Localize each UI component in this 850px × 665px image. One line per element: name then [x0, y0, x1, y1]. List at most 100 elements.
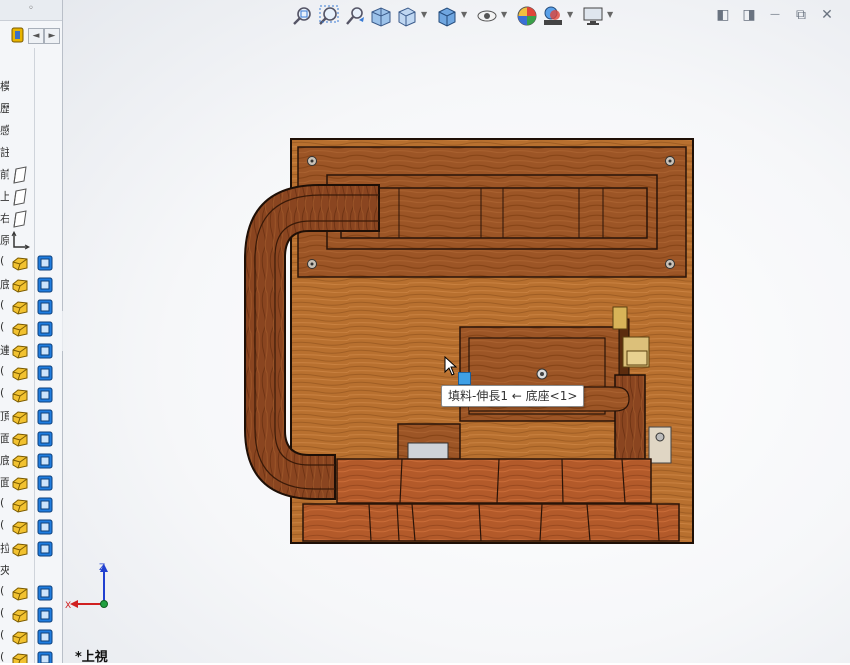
tree-item[interactable]: 前	[0, 164, 58, 186]
view-settings-icon[interactable]	[581, 4, 605, 28]
part-icon	[10, 407, 30, 427]
tree-item-label: 面	[0, 430, 9, 446]
assembly-model[interactable]	[229, 133, 699, 553]
tree-item[interactable]: 上	[0, 186, 58, 208]
tree-item-label: (	[0, 254, 5, 267]
restore-button[interactable]: ⧉	[792, 6, 810, 24]
tree-item-label: 底	[0, 452, 9, 468]
tree-item-label: (	[0, 650, 5, 663]
tree-item-label: (	[0, 298, 5, 311]
tree-item[interactable]: (	[0, 362, 58, 384]
tree-item[interactable]: 感	[0, 120, 58, 142]
apply-scene-icon[interactable]	[541, 4, 565, 28]
apply-scene-dropdown-icon[interactable]: ▼	[567, 10, 573, 19]
view-settings-dropdown-icon[interactable]: ▼	[607, 10, 613, 19]
selection-tooltip: 填料-伸長1 ← 底座<1>	[441, 385, 585, 407]
tree-item[interactable]: 底	[0, 450, 58, 472]
tree-item-label: 前	[0, 166, 9, 182]
tree-item[interactable]: (	[0, 516, 58, 538]
tile-left-button[interactable]: ◧	[714, 6, 732, 24]
part-icon	[10, 517, 30, 537]
previous-view-icon[interactable]	[343, 4, 367, 28]
display-style-icon[interactable]	[435, 4, 459, 28]
tree-item-label: (	[0, 584, 5, 597]
tree-item-label: 原	[0, 232, 9, 248]
display-style-dropdown-icon[interactable]: ▼	[461, 10, 467, 19]
section-view-icon[interactable]	[369, 4, 393, 28]
zoom-to-fit-icon[interactable]	[291, 4, 315, 28]
zoom-area-icon[interactable]	[317, 4, 341, 28]
tree-item-label: 感	[0, 122, 9, 138]
part-icon	[10, 473, 30, 493]
tree-item-label: (	[0, 518, 5, 531]
tree-item-label: 歷	[0, 100, 9, 116]
tree-item-label: 底	[0, 276, 9, 292]
cube-icon	[37, 629, 53, 645]
tree-item[interactable]: (	[0, 582, 58, 604]
tree-item[interactable]: 註	[0, 142, 58, 164]
tree-item[interactable]: 面	[0, 428, 58, 450]
tree-item[interactable]: (	[0, 648, 58, 663]
close-button[interactable]: ✕	[818, 6, 836, 24]
part-icon	[10, 341, 30, 361]
tree-item[interactable]: 底	[0, 274, 58, 296]
part-icon	[10, 297, 30, 317]
tree-item[interactable]: 右	[0, 208, 58, 230]
minimize-button[interactable]: —	[766, 6, 784, 24]
tree-item-label: 模	[0, 78, 9, 94]
tree-item-label: (	[0, 606, 5, 619]
tree-item[interactable]: 連	[0, 340, 58, 362]
hide-show-dropdown-icon[interactable]: ▼	[501, 10, 507, 19]
tree-item[interactable]: (	[0, 252, 58, 274]
cube-icon	[37, 321, 53, 337]
tree-item-label: 註	[0, 144, 9, 160]
part-icon	[10, 275, 30, 295]
triad-z-label: Z	[99, 563, 105, 573]
tree-item-label: (	[0, 364, 5, 377]
plane-icon	[10, 209, 30, 229]
tree-item[interactable]: (	[0, 384, 58, 406]
part-icon	[10, 319, 30, 339]
tree-item[interactable]: (	[0, 626, 58, 648]
plane-icon	[10, 165, 30, 185]
part-icon	[10, 363, 30, 383]
heads-up-toolbar: ▼ ▼ ▼ ▼ ▼	[291, 4, 691, 30]
panel-collapse-bar[interactable]: ◦	[0, 0, 62, 21]
feature-manager-tab-icon[interactable]	[10, 26, 26, 44]
tree-item[interactable]: (	[0, 494, 58, 516]
graphics-area[interactable]: ▼ ▼ ▼ ▼ ▼ ◧ ◨ — ⧉ ✕ 填料-伸長1 ← 底座<1> Z X *…	[63, 0, 850, 665]
tree-item[interactable]: 模	[0, 76, 58, 98]
tree-item[interactable]: 面	[0, 472, 58, 494]
tab-next-button[interactable]: ►	[44, 28, 60, 44]
tree-item-label: 夾	[0, 562, 9, 578]
plane-icon	[10, 187, 30, 207]
edit-appearance-icon[interactable]	[515, 4, 539, 28]
part-icon	[10, 583, 30, 603]
cube-icon	[37, 365, 53, 381]
part-icon	[10, 385, 30, 405]
tree-item[interactable]: 拉	[0, 538, 58, 560]
tree-item-label: 頂	[0, 408, 9, 424]
cube-icon	[37, 585, 53, 601]
hide-show-icon[interactable]	[475, 4, 499, 28]
tile-right-button[interactable]: ◨	[740, 6, 758, 24]
cube-icon	[37, 607, 53, 623]
tree-item[interactable]: 歷	[0, 98, 58, 120]
panel-tabs: ◄ ►	[6, 26, 62, 46]
feature-manager-panel: ◦ ◄ ► 模歷感註前上右原(底((連((頂面底面((拉夾((((	[0, 0, 63, 663]
view-orientation-dropdown-icon[interactable]: ▼	[421, 10, 427, 19]
selection-indicator	[458, 372, 471, 385]
part-icon	[10, 253, 30, 273]
tab-prev-button[interactable]: ◄	[28, 28, 44, 44]
tree-item[interactable]: (	[0, 318, 58, 340]
tree-item[interactable]: (	[0, 604, 58, 626]
tree-item[interactable]: (	[0, 296, 58, 318]
tree-item[interactable]: 原	[0, 230, 58, 252]
tree-item-label: 面	[0, 474, 9, 490]
view-orientation-icon[interactable]	[395, 4, 419, 28]
cube-icon	[37, 519, 53, 535]
tree-item[interactable]: 頂	[0, 406, 58, 428]
cube-icon	[37, 497, 53, 513]
tree-item[interactable]: 夾	[0, 560, 58, 582]
cube-icon	[37, 387, 53, 403]
